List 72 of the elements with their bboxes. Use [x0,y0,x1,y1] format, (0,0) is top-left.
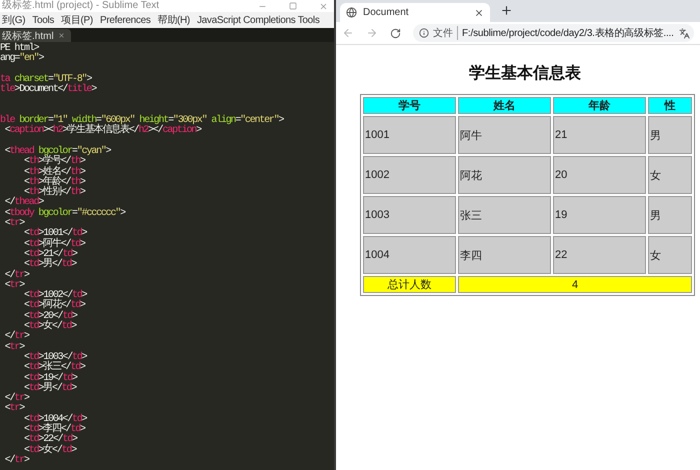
code-line: <thead bgcolor="cyan"> [4,146,112,157]
code-line: <td>阿牛</td> [23,240,86,250]
code-line: <td>20</td> [23,312,78,322]
translate-icon[interactable] [679,28,690,38]
table-cell: 李四 [458,236,551,274]
code-line: <td>22</td> [23,435,78,446]
code-line: <caption><h2>学生基本信息表</h2></caption> [4,126,202,137]
code-line: <tr> [4,404,26,415]
close-icon[interactable] [58,32,65,39]
code-line: tle>Document</title> [0,85,98,96]
scheme-label: 文件 [433,26,458,40]
header-cell: 学号 [363,97,456,114]
code-line: ta charset="UTF-8"> [0,74,93,85]
code-line: ang="en"> [0,54,45,65]
table-cell: 女 [648,236,692,274]
menu-item[interactable]: 到(G) [2,13,26,27]
window-title: 级标签.html (project) - Sublime Text [2,0,160,12]
code-line: <td>女</td> [24,322,78,332]
header-cell: 年龄 [553,97,646,114]
code-line: <td>女</td> [24,446,78,456]
total-value-cell: 4 [458,276,692,293]
info-icon[interactable] [419,28,429,38]
browser-tab[interactable]: Document [340,3,490,22]
code-line: <th>性别</th> [24,188,86,198]
code-line: </tr> [4,270,30,281]
menu-item[interactable]: 帮助(H) [158,13,190,27]
menu-item[interactable]: Tools [32,14,54,26]
new-tab-icon[interactable] [500,4,513,16]
code-line: PE html> [0,44,40,54]
maximize-icon[interactable] [289,2,297,10]
table-cell: 张三 [458,196,551,234]
code-line: <tr> [4,280,26,291]
menu-item[interactable]: 项目(P) [61,13,93,27]
table-cell: 19 [553,196,646,234]
table-cell: 1003 [363,196,456,234]
table-cell: 阿牛 [458,116,551,154]
menu-item[interactable]: JavaScript Completions Tools [196,14,320,26]
code-line: </tr> [4,394,30,404]
code-line: <tr> [4,219,25,230]
total-label-cell: 总计人数 [363,276,456,293]
code-line: <td>男</td> [24,260,78,270]
reload-icon[interactable] [390,28,401,38]
code-line: <td>19</td> [23,374,78,384]
code-line: </tr> [4,456,30,466]
code-line: <td>阿花</td> [23,301,86,312]
code-line: <th>学号</th> [23,157,86,168]
table-cell: 1004 [363,236,456,274]
table-cell: 1001 [363,116,456,154]
menu-item[interactable]: Preferences [100,14,151,26]
code-line: <td>男</td> [24,384,78,394]
header-cell: 性 [648,97,692,114]
address-bar[interactable]: 文件 F:/sublime/project/code/day2/3.表格的高级标签.... [413,24,694,42]
code-line: <tr> [4,342,26,353]
table-caption: 学生基本信息表 [468,64,582,84]
table-cell: 男 [648,116,692,154]
table-cell: 阿花 [458,156,551,194]
code-line: </thead> [4,198,44,208]
code-line: <tbody bgcolor="#cccccc"> [4,208,126,219]
code-line: <td>李四</td> [23,424,86,435]
table-cell: 1002 [363,156,456,194]
table-cell: 女 [648,156,692,194]
code-line: <td>张三</td> [23,363,86,374]
close-icon[interactable] [474,8,484,18]
header-cell: 姓名 [458,97,551,114]
url-text: F:/sublime/project/code/day2/3.表格的高级标签.... [462,26,675,40]
file-tab[interactable]: 级标签.html [0,29,71,42]
table-cell: 男 [648,196,692,234]
globe-icon [346,7,357,18]
code-line: </tr> [4,332,30,342]
table-cell: 20 [553,156,646,194]
table-cell: 22 [553,236,646,274]
table-cell: 21 [553,116,646,154]
